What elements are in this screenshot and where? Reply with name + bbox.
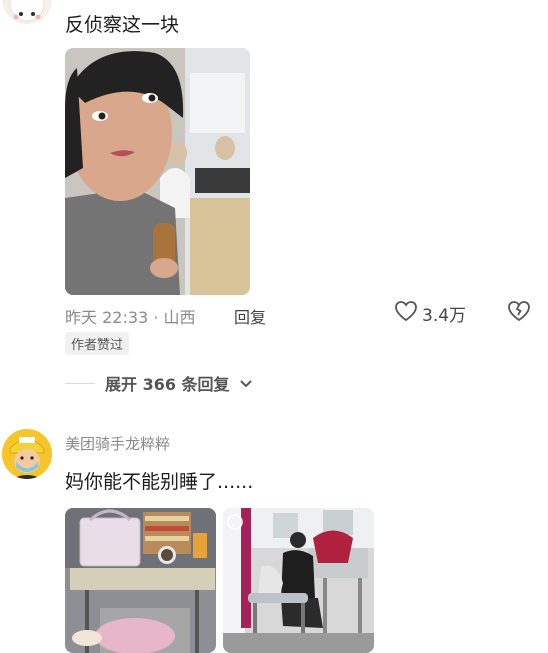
avatar[interactable]	[2, 0, 52, 24]
comment-time-location: 昨天 22:33 · 山西	[65, 308, 196, 327]
dislike-button[interactable]	[507, 300, 531, 326]
expand-replies-button[interactable]: 展开 366 条回复	[65, 371, 252, 395]
comment-text: 妈你能不能别睡了......	[65, 471, 254, 493]
heart-outline-icon	[394, 300, 418, 326]
divider	[65, 382, 95, 384]
comment-text: 反侦察这一块	[65, 14, 180, 36]
like-button[interactable]: 3.4万	[394, 300, 466, 326]
avatar[interactable]	[2, 429, 52, 479]
reply-button[interactable]: 回复	[234, 304, 266, 328]
comment-image[interactable]	[65, 508, 216, 653]
chevron-down-icon	[239, 374, 252, 393]
like-count: 3.4万	[422, 305, 467, 326]
comment-image[interactable]	[65, 48, 250, 295]
comment-image[interactable]	[223, 508, 374, 653]
expand-replies-label: 展开 366 条回复	[105, 375, 230, 394]
broken-heart-icon	[507, 301, 531, 326]
username[interactable]: 美团骑手龙粹粹	[65, 433, 170, 454]
author-liked-badge: 作者赞过	[65, 332, 130, 355]
